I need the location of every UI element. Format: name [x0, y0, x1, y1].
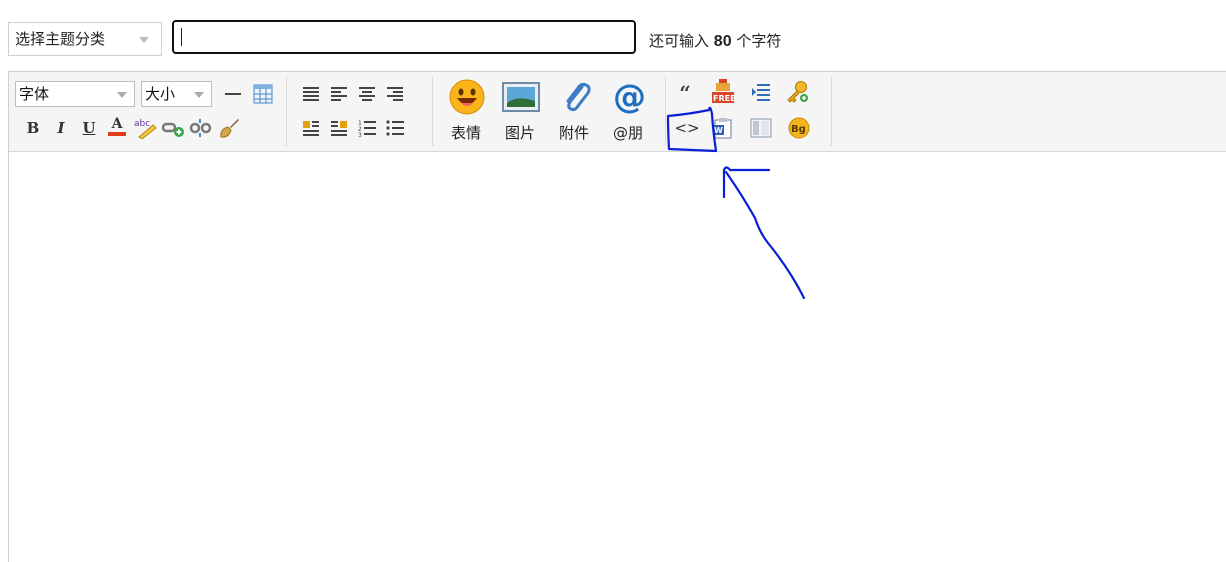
font-size-select[interactable]: 大小: [141, 81, 212, 107]
paste-from-word-button[interactable]: W: [711, 116, 735, 140]
bg-color-icon: Bg: [788, 117, 810, 139]
align-right-button[interactable]: [383, 82, 407, 106]
toolbar-separator: [286, 76, 287, 146]
attachment-button[interactable]: 附件: [549, 78, 599, 148]
quote-icon: “: [679, 81, 691, 105]
editor-content-area[interactable]: [9, 153, 1226, 562]
ordered-list-button[interactable]: 123: [355, 116, 379, 140]
editor-toolbar: 字体 大小 B I U A abc 1 2 3 表情 图片 附件 @ @朋 “ …: [9, 72, 1226, 152]
align-left-button[interactable]: [327, 82, 351, 106]
topic-category-label: 选择主题分类: [15, 30, 106, 48]
indent-button[interactable]: [749, 81, 773, 105]
image-icon: [502, 78, 540, 116]
align-justify-icon: [303, 87, 319, 101]
toolbar-separator: [665, 76, 666, 146]
font-family-select[interactable]: 字体: [15, 81, 135, 107]
brush-icon: [220, 119, 239, 138]
rich-text-editor: 字体 大小 B I U A abc 1 2 3 表情 图片 附件 @ @朋 “ …: [8, 71, 1226, 562]
text-caret: [181, 28, 182, 46]
ordered-list-icon: 123: [358, 120, 376, 137]
char-hint-count: 80: [713, 33, 732, 50]
free-badge-text: FREE: [713, 94, 735, 103]
float-right-icon: [331, 121, 347, 136]
emoji-label: 表情: [450, 124, 481, 142]
indent-icon: [752, 84, 770, 101]
float-right-button[interactable]: [327, 116, 351, 140]
emoji-button[interactable]: 表情: [441, 78, 491, 148]
svg-text:3: 3: [358, 132, 362, 137]
insert-table-button[interactable]: [251, 82, 275, 106]
highlight-pen-icon: abc: [134, 119, 157, 139]
quote-button[interactable]: “: [673, 81, 697, 105]
attachment-label: 附件: [558, 124, 589, 142]
svg-text:@: @: [613, 79, 646, 115]
link-icon: [161, 122, 184, 137]
free-tag-icon: FREE: [712, 79, 735, 103]
font-color-glyph: A: [111, 115, 123, 132]
underline-button[interactable]: U: [77, 116, 101, 140]
chevron-down-icon: [117, 92, 127, 98]
align-center-icon: [359, 87, 375, 101]
bg-badge-text: Bg: [791, 124, 806, 135]
chevron-down-icon: [194, 92, 204, 98]
float-left-button[interactable]: [299, 116, 323, 140]
font-size-label: 大小: [145, 85, 176, 103]
char-hint-suffix: 个字符: [736, 32, 782, 50]
topic-category-select[interactable]: 选择主题分类: [8, 22, 162, 56]
chevron-down-icon: [139, 37, 149, 43]
align-justify-button[interactable]: [299, 82, 323, 106]
remove-link-button[interactable]: [189, 116, 213, 140]
full-screen-button[interactable]: [749, 116, 773, 140]
italic-glyph: I: [57, 119, 65, 137]
align-center-button[interactable]: [355, 82, 379, 106]
toolbar-separator: [831, 76, 832, 146]
char-count-hint: 还可输入 80 个字符: [649, 30, 781, 51]
unlink-icon: [189, 119, 212, 137]
columns-icon: [750, 118, 772, 138]
mention-button[interactable]: @ @朋: [603, 78, 653, 148]
table-icon: [253, 84, 273, 104]
smiley-icon: [448, 78, 486, 116]
unordered-list-button[interactable]: [383, 116, 407, 140]
svg-text:abc: abc: [134, 119, 150, 129]
thread-title-bar: 选择主题分类 还可输入 80 个字符: [8, 20, 1218, 58]
svg-text:W: W: [714, 126, 723, 135]
code-icon: <>: [674, 119, 700, 137]
bold-button[interactable]: B: [21, 116, 45, 140]
title-input[interactable]: [172, 20, 636, 54]
mention-label: @朋: [612, 124, 643, 142]
spellcheck-button[interactable]: abc: [133, 116, 157, 140]
horizontal-rule-button[interactable]: [221, 82, 245, 106]
free-content-button[interactable]: FREE: [711, 79, 735, 104]
toolbar-separator: [432, 76, 433, 146]
italic-button[interactable]: I: [49, 116, 73, 140]
clear-format-button[interactable]: [217, 116, 241, 140]
horizontal-rule-icon: [225, 93, 241, 95]
word-paste-icon: W: [713, 118, 732, 139]
key-icon: [787, 81, 808, 103]
insert-link-button[interactable]: [161, 116, 185, 140]
unordered-list-icon: [386, 120, 404, 136]
font-color-swatch: [108, 131, 126, 136]
float-left-icon: [303, 121, 319, 136]
underline-glyph: U: [82, 119, 96, 137]
align-left-icon: [331, 87, 347, 101]
insert-code-button[interactable]: <>: [674, 116, 700, 140]
paperclip-icon: [556, 78, 594, 116]
image-label: 图片: [504, 124, 535, 142]
hidden-content-button[interactable]: [785, 80, 809, 104]
font-family-label: 字体: [19, 85, 50, 103]
image-button[interactable]: 图片: [495, 78, 545, 148]
bold-glyph: B: [26, 119, 40, 137]
font-color-button[interactable]: A: [105, 114, 129, 138]
at-icon: @: [610, 78, 648, 116]
char-hint-prefix: 还可输入: [649, 32, 710, 50]
align-right-icon: [387, 87, 403, 101]
background-color-button[interactable]: Bg: [787, 116, 811, 140]
